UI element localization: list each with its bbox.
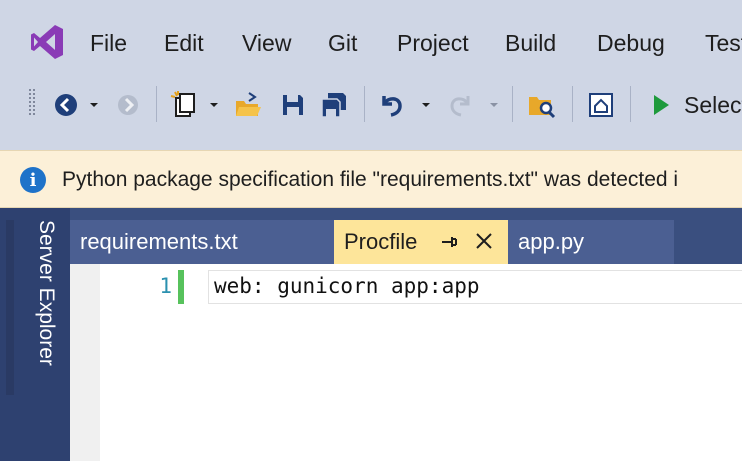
line-number: 1 <box>159 274 172 298</box>
menu-edit[interactable]: Edit <box>164 30 204 57</box>
toolbar-separator <box>364 86 365 122</box>
start-target-label[interactable]: Select <box>684 92 742 119</box>
toolbar-separator <box>572 86 573 122</box>
toolbar-grip[interactable] <box>28 88 36 116</box>
new-project-icon[interactable] <box>166 88 202 122</box>
tab-requirements-txt[interactable]: requirements.txt <box>70 220 334 264</box>
solution-explorer-icon[interactable] <box>584 88 618 122</box>
menu-test[interactable]: Test <box>705 30 742 57</box>
menu-debug[interactable]: Debug <box>597 30 665 57</box>
menu-build[interactable]: Build <box>505 30 556 57</box>
editor-glyph-margin <box>70 264 100 461</box>
undo-icon[interactable] <box>374 88 410 122</box>
tab-app-py[interactable]: app.py <box>508 220 674 264</box>
info-bar-message: Python package specification file "requi… <box>62 168 679 191</box>
side-rail <box>6 220 14 395</box>
visual-studio-logo-icon[interactable] <box>27 22 67 62</box>
info-icon: i <box>20 167 46 193</box>
toolbar-separator <box>156 86 157 122</box>
toolbar-separator <box>630 86 631 122</box>
menu-git[interactable]: Git <box>328 30 357 57</box>
back-icon[interactable] <box>50 88 82 122</box>
info-bar: i Python package specification file "req… <box>0 150 742 208</box>
find-in-files-icon[interactable] <box>524 88 560 122</box>
change-indicator <box>178 270 184 304</box>
tab-label: app.py <box>518 229 585 254</box>
forward-icon[interactable] <box>112 88 144 122</box>
redo-icon[interactable] <box>442 88 478 122</box>
tab-procfile[interactable]: Procfile <box>334 220 508 264</box>
start-icon[interactable] <box>646 88 676 122</box>
menu-file[interactable]: File <box>90 30 127 57</box>
save-icon[interactable] <box>276 88 310 122</box>
toolbar-separator <box>512 86 513 122</box>
tab-label: requirements.txt <box>80 229 238 254</box>
back-dropdown-icon[interactable] <box>86 88 102 122</box>
new-project-dropdown-icon[interactable] <box>206 88 222 122</box>
code-line[interactable]: web: gunicorn app:app <box>214 274 480 298</box>
redo-dropdown-icon[interactable] <box>486 88 502 122</box>
save-all-icon[interactable] <box>316 88 352 122</box>
tab-label: Procfile <box>344 229 418 254</box>
server-explorer-tab[interactable]: Server Explorer <box>22 220 58 400</box>
open-folder-icon[interactable] <box>230 88 266 122</box>
menu-view[interactable]: View <box>242 30 291 57</box>
undo-dropdown-icon[interactable] <box>418 88 434 122</box>
close-tab-icon[interactable] <box>474 231 494 257</box>
menu-project[interactable]: Project <box>397 30 469 57</box>
pin-icon[interactable] <box>440 232 458 258</box>
